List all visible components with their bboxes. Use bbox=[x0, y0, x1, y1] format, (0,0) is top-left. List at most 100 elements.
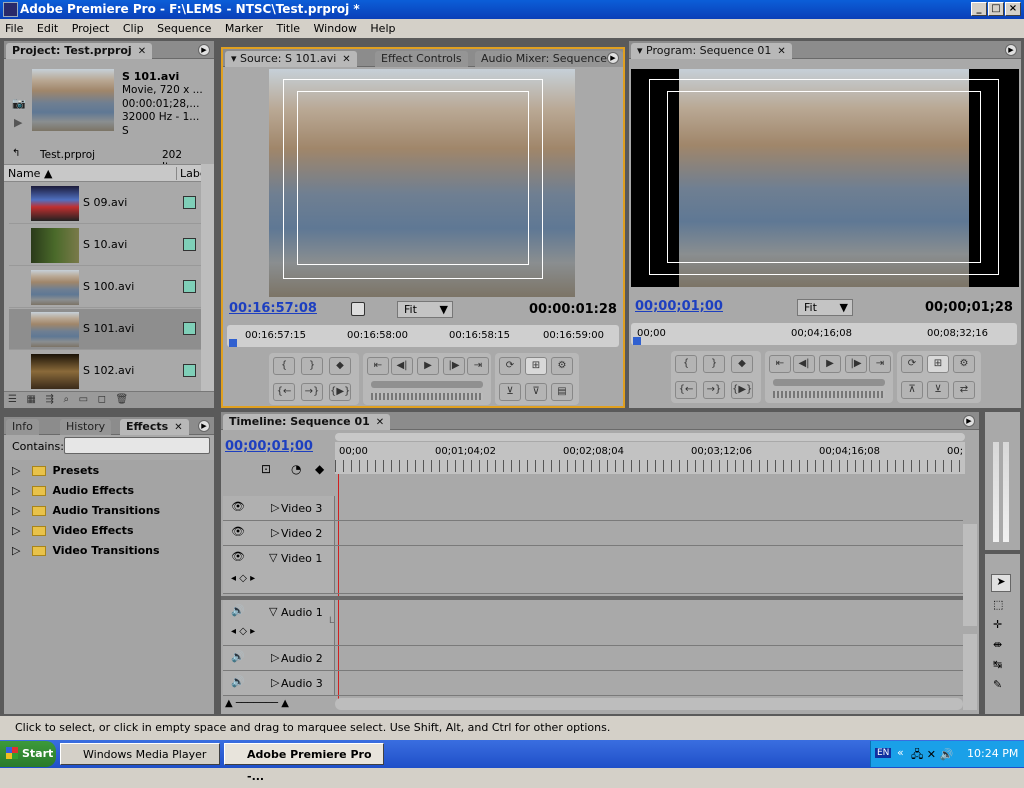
extract-button[interactable]: ⊻ bbox=[927, 381, 949, 399]
program-zoom-select[interactable]: Fit ▼ bbox=[797, 299, 853, 316]
play-in-out-button[interactable]: {▶} bbox=[731, 381, 753, 399]
jog-disk[interactable] bbox=[773, 391, 885, 398]
next-marker-button[interactable]: ⇥ bbox=[467, 357, 489, 375]
new-item-icon[interactable]: ◻ bbox=[98, 394, 106, 405]
trash-icon[interactable]: 🗑 bbox=[115, 394, 128, 405]
trim-button[interactable]: ⇄ bbox=[953, 381, 975, 399]
label-swatch[interactable] bbox=[183, 322, 196, 335]
close-icon[interactable]: ✕ bbox=[174, 422, 182, 433]
menu-marker[interactable]: Marker bbox=[220, 19, 268, 38]
close-icon[interactable]: ✕ bbox=[138, 46, 146, 57]
menu-title[interactable]: Title bbox=[271, 19, 305, 38]
output-button[interactable]: ⚙ bbox=[953, 355, 975, 373]
tab-timeline[interactable]: Timeline: Sequence 01 ✕ bbox=[223, 414, 391, 430]
safe-margins-button[interactable]: ⊞ bbox=[525, 357, 547, 375]
project-scrollbar[interactable] bbox=[201, 164, 214, 391]
list-item[interactable]: S 100.avi bbox=[9, 267, 201, 308]
track-audio-2[interactable]: 🔊 ▷ Audio 2 bbox=[223, 646, 963, 671]
new-bin-icon[interactable]: ▭ bbox=[79, 394, 88, 405]
list-item[interactable]: S 09.avi bbox=[9, 183, 201, 224]
output-button[interactable]: ⚙ bbox=[551, 357, 573, 375]
track-select-icon[interactable]: ⬚ bbox=[993, 598, 1003, 611]
up-folder-icon[interactable]: ↰ bbox=[12, 148, 20, 159]
shuttle-slider[interactable] bbox=[773, 379, 885, 386]
rate-stretch-icon[interactable]: ⇼ bbox=[993, 638, 1002, 651]
automate-icon[interactable]: ⇶ bbox=[46, 394, 54, 405]
play-in-out-button[interactable]: {▶} bbox=[329, 383, 351, 401]
menu-sequence[interactable]: Sequence bbox=[152, 19, 216, 38]
speaker-icon[interactable]: 🔊 bbox=[231, 675, 245, 688]
lift-button[interactable]: ⊼ bbox=[901, 381, 923, 399]
eye-icon[interactable]: 👁 bbox=[231, 525, 245, 538]
goto-in-button[interactable]: {← bbox=[675, 381, 697, 399]
close-icon[interactable]: ✕ bbox=[376, 417, 384, 428]
list-item[interactable]: S 102.avi bbox=[9, 351, 201, 391]
tray-expand-icon[interactable]: « bbox=[897, 746, 904, 759]
eye-icon[interactable]: 👁 bbox=[231, 500, 245, 513]
timeline-ruler[interactable]: 00;00 00;01;04;02 00;02;08;04 00;03;12;0… bbox=[335, 442, 965, 474]
track-video-3[interactable]: 👁 ▷ Video 3 bbox=[223, 496, 963, 521]
program-time-ruler[interactable]: 00;00 00;04;16;08 00;08;32;16 bbox=[631, 323, 1017, 345]
zoom-slider[interactable]: ▲ ─────── ▲ bbox=[225, 698, 333, 710]
tab-program[interactable]: ▾ Program: Sequence 01 ✕ bbox=[631, 43, 792, 59]
label-swatch[interactable] bbox=[183, 196, 196, 209]
keyframe-nav-icon[interactable]: ◂ ◇ ▸ bbox=[231, 626, 255, 637]
tab-history[interactable]: History bbox=[60, 419, 112, 435]
close-button[interactable]: × bbox=[1005, 2, 1021, 16]
shuttle-slider[interactable] bbox=[371, 381, 483, 388]
maximize-button[interactable]: □ bbox=[988, 2, 1004, 16]
step-forward-button[interactable]: |▶ bbox=[845, 355, 867, 373]
expand-icon[interactable]: ▷ bbox=[271, 651, 279, 664]
minimize-button[interactable]: _ bbox=[971, 2, 987, 16]
timeline-zoom-bar[interactable] bbox=[335, 433, 965, 441]
goto-in-button[interactable]: {← bbox=[273, 383, 295, 401]
ripple-edit-icon[interactable]: ✛ bbox=[993, 618, 1002, 631]
task-premiere[interactable]: Adobe Premiere Pro -... bbox=[224, 743, 384, 783]
collapse-icon[interactable]: ▽ bbox=[269, 605, 277, 618]
folder-audio-effects[interactable]: ▷ Audio Effects bbox=[12, 482, 134, 500]
menu-edit[interactable]: Edit bbox=[32, 19, 63, 38]
effects-search-input[interactable] bbox=[64, 437, 210, 454]
source-time-ruler[interactable]: 00:16:57:15 00:16:58:00 00:16:58:15 00:1… bbox=[227, 325, 619, 347]
overlay-button[interactable]: ⊽ bbox=[525, 383, 547, 401]
timeline-horizontal-scrollbar[interactable] bbox=[335, 698, 963, 710]
safe-margins-button[interactable]: ⊞ bbox=[927, 355, 949, 373]
drop-frame-icon[interactable] bbox=[351, 302, 365, 316]
jog-disk[interactable] bbox=[371, 393, 483, 400]
playhead-icon[interactable] bbox=[229, 339, 237, 347]
play-button[interactable]: ▶ bbox=[819, 355, 841, 373]
prev-marker-button[interactable]: ⇤ bbox=[367, 357, 389, 375]
insert-button[interactable]: ⊻ bbox=[499, 383, 521, 401]
menu-help[interactable]: Help bbox=[365, 19, 400, 38]
tab-info[interactable]: Info bbox=[6, 419, 39, 435]
source-current-timecode[interactable]: 00:16:57:08 bbox=[229, 301, 317, 316]
video-track-scrollbar[interactable] bbox=[963, 524, 977, 626]
slip-tool-icon[interactable]: ↹ bbox=[993, 658, 1002, 671]
label-swatch[interactable] bbox=[183, 238, 196, 251]
step-forward-button[interactable]: |▶ bbox=[443, 357, 465, 375]
collapse-icon[interactable]: ▽ bbox=[269, 551, 277, 564]
expand-icon[interactable]: ▷ bbox=[271, 676, 279, 689]
mark-in-button[interactable]: { bbox=[675, 355, 697, 373]
audio-track-scrollbar[interactable] bbox=[963, 634, 977, 710]
expand-icon[interactable]: ▷ bbox=[271, 501, 279, 514]
playhead-icon[interactable] bbox=[633, 337, 641, 345]
close-icon[interactable]: ✕ bbox=[342, 54, 350, 65]
tab-source[interactable]: ▾ Source: S 101.avi ✕ bbox=[225, 51, 357, 67]
set-marker-icon[interactable]: ◔ bbox=[291, 462, 301, 476]
close-icon[interactable]: ✕ bbox=[777, 46, 785, 57]
panel-menu-icon[interactable]: ▶ bbox=[607, 52, 619, 64]
toggle-take-button[interactable]: ▤ bbox=[551, 383, 573, 401]
prev-edit-button[interactable]: ⇤ bbox=[769, 355, 791, 373]
menu-clip[interactable]: Clip bbox=[118, 19, 149, 38]
set-marker-button[interactable]: ◆ bbox=[731, 355, 753, 373]
camera-icon[interactable]: 📷 bbox=[12, 97, 26, 110]
play-button[interactable]: ▶ bbox=[417, 357, 439, 375]
label-swatch[interactable] bbox=[183, 280, 196, 293]
keyframe-icon[interactable]: ◆ bbox=[315, 462, 324, 476]
step-back-button[interactable]: ◀| bbox=[391, 357, 413, 375]
step-back-button[interactable]: ◀| bbox=[793, 355, 815, 373]
track-video-1[interactable]: 👁 ▽ Video 1 ◂ ◇ ▸ bbox=[223, 546, 963, 594]
list-view-icon[interactable]: ☰ bbox=[8, 394, 17, 405]
loop-button[interactable]: ⟳ bbox=[499, 357, 521, 375]
